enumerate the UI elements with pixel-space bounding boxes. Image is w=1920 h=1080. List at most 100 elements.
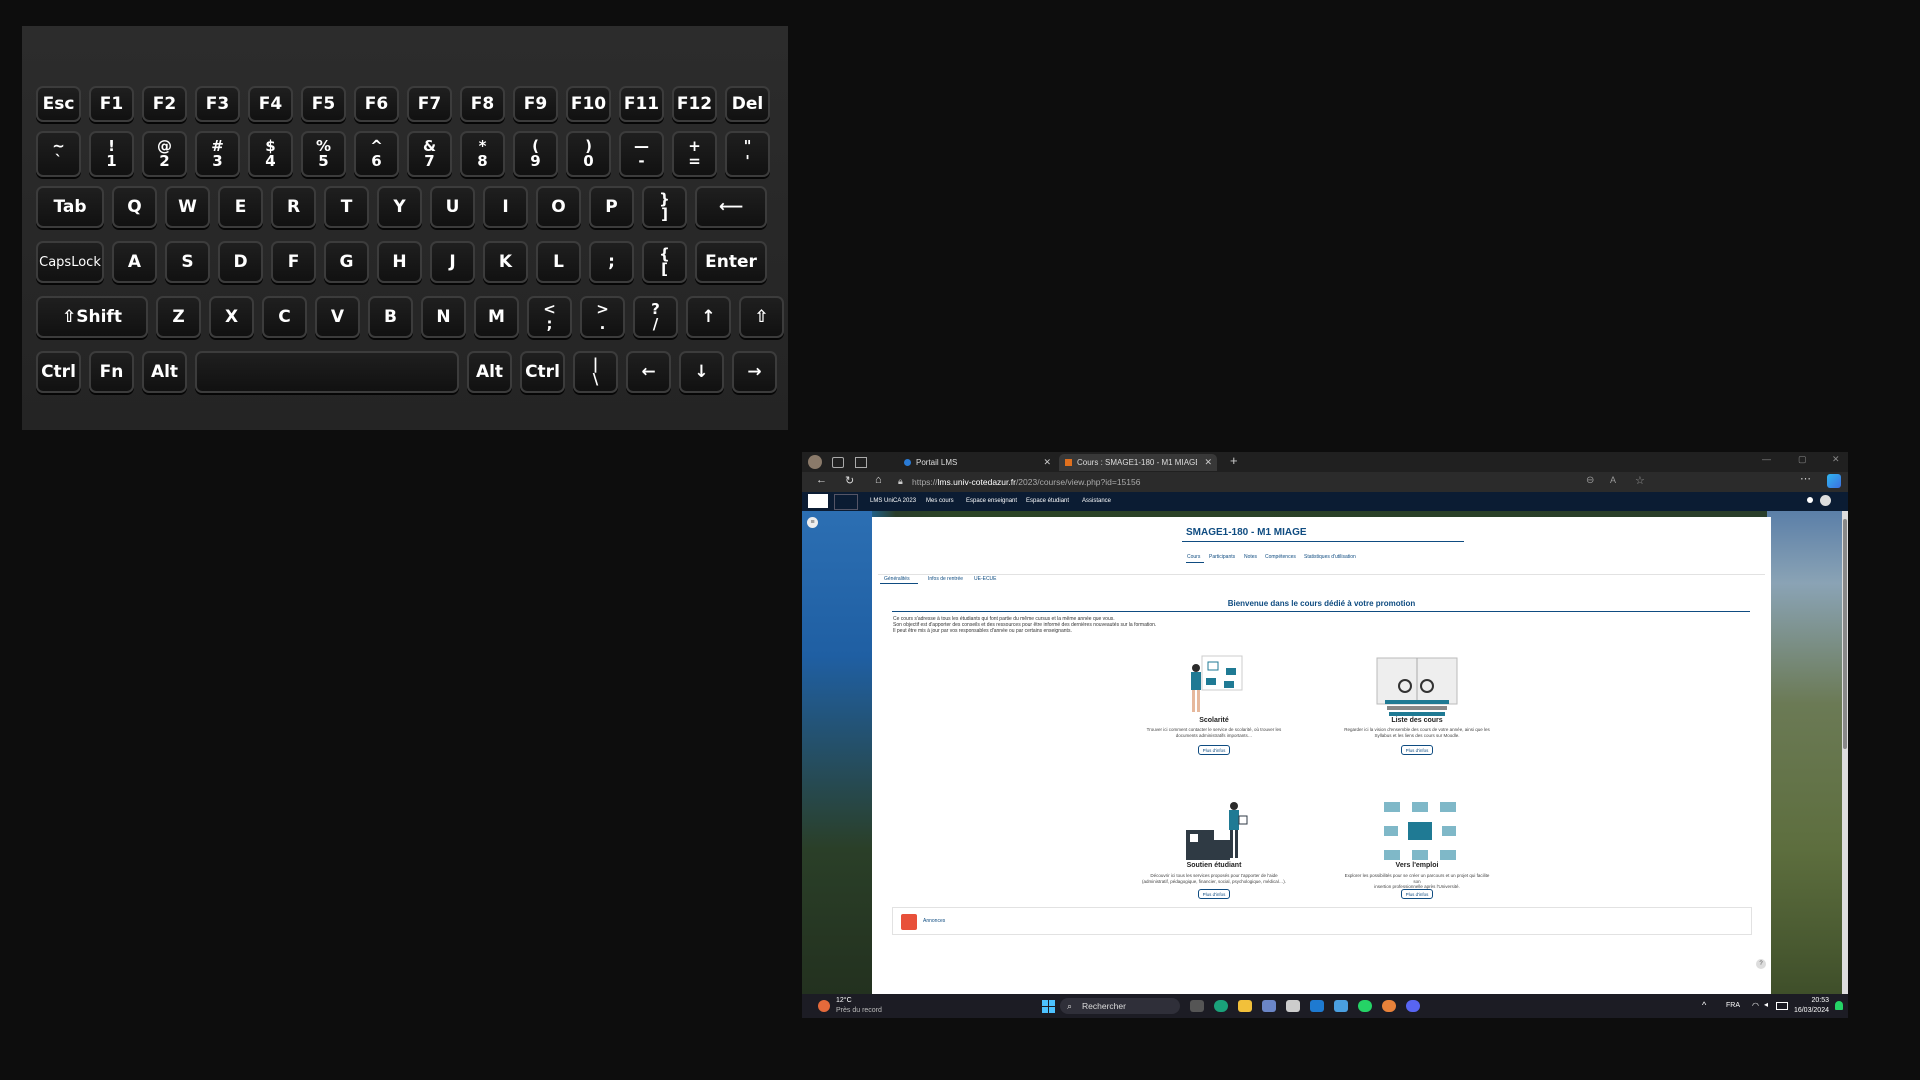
key-symbol[interactable]: | \ (573, 351, 618, 393)
help-icon[interactable]: ? (1756, 959, 1766, 969)
key-f5[interactable]: F5 (301, 86, 346, 122)
key-f1[interactable]: F1 (89, 86, 134, 122)
key-x[interactable]: X (209, 296, 254, 338)
key-u[interactable]: U (430, 186, 475, 228)
key-tab[interactable]: Tab (36, 186, 104, 228)
key-enter[interactable]: Enter (695, 241, 767, 283)
menu-espace-etudiant[interactable]: Espace étudiant (1026, 498, 1069, 504)
key-e[interactable]: E (218, 186, 263, 228)
edge-icon[interactable] (1214, 1000, 1228, 1012)
key-h[interactable]: H (377, 241, 422, 283)
battery-icon[interactable] (1776, 1002, 1788, 1010)
key-c[interactable]: C (262, 296, 307, 338)
key-1[interactable]: ! 1 (89, 131, 134, 177)
discord-icon[interactable] (1406, 1000, 1420, 1012)
key-symbol[interactable]: + = (672, 131, 717, 177)
weather-temperature[interactable]: 12°C (836, 997, 852, 1004)
key-f3[interactable]: F3 (195, 86, 240, 122)
tab-course[interactable]: Cours : SMAGE1-180 - M1 MIAGE ✕ (1059, 454, 1217, 471)
announcements-link[interactable]: Annonces (923, 918, 945, 924)
favorite-star-icon[interactable]: ☆ (1635, 474, 1645, 487)
section-generalites[interactable]: Généralités (884, 576, 910, 582)
wifi-icon[interactable]: ◠ (1752, 1001, 1759, 1010)
key-a[interactable]: A (112, 241, 157, 283)
key-6[interactable]: ^ 6 (354, 131, 399, 177)
url-input[interactable]: https://lms.univ-cotedazur.fr/2023/cours… (912, 475, 1612, 489)
key-f[interactable]: F (271, 241, 316, 283)
user-avatar[interactable] (1820, 495, 1831, 506)
key-o[interactable]: O (536, 186, 581, 228)
key-4[interactable]: $4 (248, 131, 293, 177)
key-shift[interactable]: ⇧Shift (36, 296, 148, 338)
liste-cours-more-button[interactable]: Plus d'infos (1401, 745, 1433, 755)
close-window-icon[interactable]: ✕ (1832, 454, 1840, 465)
volume-icon[interactable]: ◂ (1764, 1000, 1768, 1009)
key-f4[interactable]: F4 (248, 86, 293, 122)
weather-icon[interactable] (818, 1000, 830, 1012)
key-del[interactable]: Del (725, 86, 770, 122)
collections-icon[interactable] (832, 457, 844, 468)
key-symbol[interactable]: — - (619, 131, 664, 177)
read-aloud-icon[interactable]: A (1610, 475, 1616, 485)
key-9[interactable]: (9 (513, 131, 558, 177)
menu-mes-cours[interactable]: Mes cours (926, 498, 954, 504)
minimize-icon[interactable]: — (1762, 454, 1771, 464)
profile-avatar[interactable] (808, 455, 822, 469)
home-icon[interactable]: ⌂ (875, 474, 882, 486)
site-name[interactable]: LMS UniCA 2023 (870, 498, 916, 504)
key-z[interactable]: Z (156, 296, 201, 338)
photos-icon[interactable] (1262, 1000, 1276, 1012)
notifications-icon[interactable] (1807, 497, 1813, 503)
tab-cours[interactable]: Cours (1187, 554, 1200, 560)
key-m[interactable]: M (474, 296, 519, 338)
task-view-icon[interactable] (1190, 1000, 1204, 1012)
key-f2[interactable]: F2 (142, 86, 187, 122)
key-symbol[interactable]: }] (642, 186, 687, 228)
key-symbol[interactable]: {[ (642, 241, 687, 283)
key-symbol[interactable]: ~ ` (36, 131, 81, 177)
outlook-icon[interactable] (1310, 1000, 1324, 1012)
maximize-icon[interactable]: ▢ (1798, 454, 1807, 465)
refresh-icon[interactable]: ↻ (845, 474, 854, 487)
tab-statistiques[interactable]: Statistiques d'utilisation (1304, 554, 1356, 560)
key-f12[interactable]: F12 (672, 86, 717, 122)
key-ctrl[interactable]: Ctrl (520, 351, 565, 393)
key-f10[interactable]: F10 (566, 86, 611, 122)
section-ue-ecue[interactable]: UE-ECUE (974, 576, 997, 582)
key-s[interactable]: S (165, 241, 210, 283)
soutien-more-button[interactable]: Plus d'infos (1198, 889, 1230, 899)
notepad-icon[interactable] (1334, 1000, 1348, 1012)
chevron-up-icon[interactable]: ^ (1702, 1000, 1706, 1010)
drawer-toggle-icon[interactable]: ≡ (807, 517, 818, 528)
key-capslock[interactable]: CapsLock (36, 241, 104, 283)
key-esc[interactable]: Esc (36, 86, 81, 122)
lock-icon[interactable]: 🔒︎ (898, 476, 903, 487)
tab-actions-icon[interactable] (855, 457, 867, 468)
key-f8[interactable]: F8 (460, 86, 505, 122)
key-symbol[interactable]: → (732, 351, 777, 393)
more-menu-icon[interactable]: ⋯ (1800, 472, 1811, 485)
key-y[interactable]: Y (377, 186, 422, 228)
whatsapp-icon[interactable] (1358, 1000, 1372, 1012)
key-8[interactable]: * 8 (460, 131, 505, 177)
language-indicator[interactable]: FRA (1726, 1002, 1740, 1009)
key-b[interactable]: B (368, 296, 413, 338)
key-2[interactable]: @2 (142, 131, 187, 177)
key-alt[interactable]: Alt (142, 351, 187, 393)
key-g[interactable]: G (324, 241, 369, 283)
key-f9[interactable]: F9 (513, 86, 558, 122)
clock-time[interactable]: 20:53 (1799, 997, 1829, 1004)
key-ctrl[interactable]: Ctrl (36, 351, 81, 393)
page-scrollbar[interactable] (1842, 511, 1848, 994)
taskbar-search[interactable]: ⌕ Rechercher (1060, 998, 1180, 1014)
key-i[interactable]: I (483, 186, 528, 228)
tab-portail-lms[interactable]: Portail LMS ✕ (898, 454, 1056, 471)
key-l[interactable]: L (536, 241, 581, 283)
app-icon[interactable] (1382, 1000, 1396, 1012)
key-fn[interactable]: Fn (89, 351, 134, 393)
announcements-row[interactable]: Annonces (892, 907, 1752, 935)
windows-start-icon[interactable] (1042, 1000, 1055, 1013)
key-v[interactable]: V (315, 296, 360, 338)
onenote-icon[interactable] (1286, 1000, 1300, 1012)
key-p[interactable]: P (589, 186, 634, 228)
